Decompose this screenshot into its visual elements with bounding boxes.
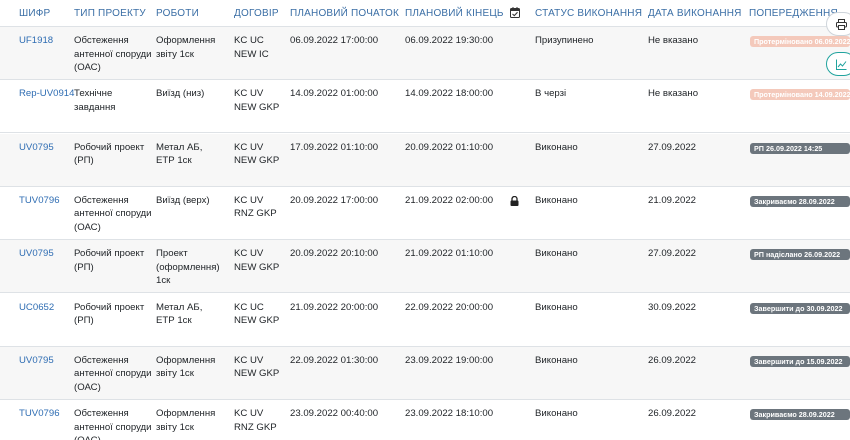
planned-start: 23.09.2022 00:40:00 <box>290 408 379 420</box>
planned-start: 21.09.2022 20:00:00 <box>290 301 379 313</box>
status: Виконано <box>535 301 578 313</box>
done-date: Не вказано <box>648 88 699 100</box>
contract: KC UV RNZ GKP <box>234 194 277 220</box>
col-project-type[interactable]: ТИП ПРОЕКТУ <box>74 8 146 19</box>
col-works[interactable]: РОБОТИ <box>156 8 199 19</box>
planned-start: 06.09.2022 17:00:00 <box>290 35 379 46</box>
lock-icon <box>510 195 520 206</box>
code-link[interactable]: TUV0796 <box>19 194 79 208</box>
done-date: 26.09.2022 <box>648 354 697 366</box>
code-link[interactable]: UV0795 <box>19 354 79 368</box>
table-row[interactable]: UV0795 Робочий проект (РП) Метал АБ, ЕТР 1… <box>0 133 850 187</box>
project-type: Робочий проект (РП) <box>74 141 145 167</box>
code-link[interactable]: TUV0796 <box>19 407 79 421</box>
works: Оформлення звіту 1ск <box>156 354 216 380</box>
planned-start: 20.09.2022 20:10:00 <box>290 248 379 260</box>
project-type: Робочий проект (РП) <box>74 248 145 273</box>
planned-end: 20.09.2022 01:10:00 <box>405 141 494 153</box>
warning-badge: РП надіслано 26.09.2022 <box>750 249 850 261</box>
done-date: Не вказано <box>648 35 699 46</box>
planned-end: 22.09.2022 20:00:00 <box>405 301 494 313</box>
planned-start: 22.09.2022 01:30:00 <box>290 354 379 366</box>
planned-end: 14.09.2022 18:00:00 <box>405 88 494 100</box>
status: Виконано <box>535 248 578 260</box>
done-date: 30.09.2022 <box>648 301 697 313</box>
warning-badge: РП 26.09.2022 14:25 <box>750 142 850 154</box>
planned-end: 23.09.2022 18:10:00 <box>405 408 494 420</box>
contract: KC UC NEW GKP <box>234 301 280 327</box>
col-warnings[interactable]: ПОПЕРЕДЖЕННЯ <box>749 8 838 19</box>
done-date: 27.09.2022 <box>648 248 697 260</box>
works: Метал АБ, ЕТР 1ск <box>156 141 203 167</box>
works: Виїзд (низ) <box>156 88 205 100</box>
table-row[interactable]: UF1918 Обстеження антенної споруди (ОАС) О… <box>0 27 850 80</box>
planned-start: 14.09.2022 01:00:00 <box>290 88 379 100</box>
chart-button[interactable] <box>826 52 850 76</box>
table-row[interactable]: UC0652 Робочий проект (РП) Метал АБ, ЕТР 1… <box>0 294 850 347</box>
done-date: 27.09.2022 <box>648 141 697 153</box>
code-link[interactable]: UV0795 <box>19 141 79 155</box>
warning-badge: Протерміновано 06.09.2022 <box>750 36 850 47</box>
code-link[interactable]: Rep-UV0914 <box>19 87 79 101</box>
project-type: Обстеження антенної споруди (ОАС) <box>74 194 152 233</box>
table-header: ШИФР ТИП ПРОЕКТУ РОБОТИ ДОГОВІР ПЛАНОВИЙ… <box>0 0 850 27</box>
col-contract[interactable]: ДОГОВІР <box>234 8 279 19</box>
warning-badge: Закриваємо 28.09.2022 <box>750 409 850 421</box>
done-date: 26.09.2022 <box>648 408 697 420</box>
col-status[interactable]: СТАТУС ВИКОНАННЯ <box>535 8 642 19</box>
works: Проект (оформлення) 1ск <box>156 248 220 287</box>
calendar-check-icon[interactable] <box>510 7 520 21</box>
project-type: Технічне завдання <box>74 88 116 113</box>
done-date: 21.09.2022 <box>648 194 697 206</box>
planned-end: 06.09.2022 19:30:00 <box>405 35 494 46</box>
code-link[interactable]: UF1918 <box>19 34 79 48</box>
col-planned-start[interactable]: ПЛАНОВИЙ ПОЧАТОК <box>290 8 399 19</box>
code-link[interactable]: UV0795 <box>19 247 79 261</box>
works: Оформлення звіту 1ск <box>156 35 216 60</box>
status: Виконано <box>535 194 578 206</box>
tasks-table: ШИФР ТИП ПРОЕКТУ РОБОТИ ДОГОВІР ПЛАНОВИЙ… <box>0 0 850 440</box>
warning-badge: Завершити до 30.09.2022 <box>750 302 850 314</box>
contract: KC UV NEW GKP <box>234 354 280 380</box>
project-type: Обстеження антенної споруди (ОАС) <box>74 408 152 440</box>
table-row[interactable]: UV0795 Обстеження антенної споруди (ОАС) О… <box>0 346 850 400</box>
warning-badge: Закриваємо 28.09.2022 <box>750 195 850 207</box>
col-code[interactable]: ШИФР <box>19 8 50 19</box>
project-type: Обстеження антенної споруди (ОАС) <box>74 354 152 393</box>
contract: KC UV RNZ GKP <box>234 408 277 433</box>
contract: KC UV NEW GKP <box>234 248 280 273</box>
contract: KC UC NEW IC <box>234 35 269 60</box>
code-link[interactable]: UC0652 <box>19 301 79 315</box>
planned-end: 21.09.2022 02:00:00 <box>405 194 494 206</box>
planned-end: 23.09.2022 19:00:00 <box>405 354 494 366</box>
warning-badge: Протерміновано 14.09.2022 <box>750 89 850 101</box>
works: Виїзд (верх) <box>156 194 210 206</box>
table-row[interactable]: UV0795 Робочий проект (РП) Проект (оформле… <box>0 240 850 294</box>
planned-start: 17.09.2022 01:10:00 <box>290 141 379 153</box>
col-done-date[interactable]: ДАТА ВИКОНАННЯ <box>648 8 742 19</box>
planned-end: 21.09.2022 01:10:00 <box>405 248 494 260</box>
warning-badge: Завершити до 15.09.2022 <box>750 355 850 367</box>
project-type: Робочий проект (РП) <box>74 301 145 327</box>
contract: KC UV NEW GKP <box>234 141 280 167</box>
works: Оформлення звіту 1ск <box>156 408 216 433</box>
table-row[interactable]: Rep-UV0914 Технічне завдання Виїзд (низ) KC… <box>0 80 850 134</box>
works: Метал АБ, ЕТР 1ск <box>156 301 203 327</box>
status: Виконано <box>535 408 578 420</box>
col-planned-end[interactable]: ПЛАНОВИЙ КІНЕЦЬ <box>405 8 504 19</box>
status: В черзі <box>535 88 567 100</box>
planned-start: 20.09.2022 17:00:00 <box>290 194 379 206</box>
print-button[interactable] <box>826 12 850 36</box>
table-row[interactable]: TUV0796Обстеження антенної споруди (ОАС)… <box>0 187 850 240</box>
status: Виконано <box>535 141 578 153</box>
project-type: Обстеження антенної споруди (ОАС) <box>74 35 152 73</box>
status: Призупинено <box>535 35 594 46</box>
table-row[interactable]: TUV0796Обстеження антенної споруди (ОАС)… <box>0 400 850 440</box>
contract: KC UV NEW GKP <box>234 88 280 113</box>
status: Виконано <box>535 354 578 366</box>
